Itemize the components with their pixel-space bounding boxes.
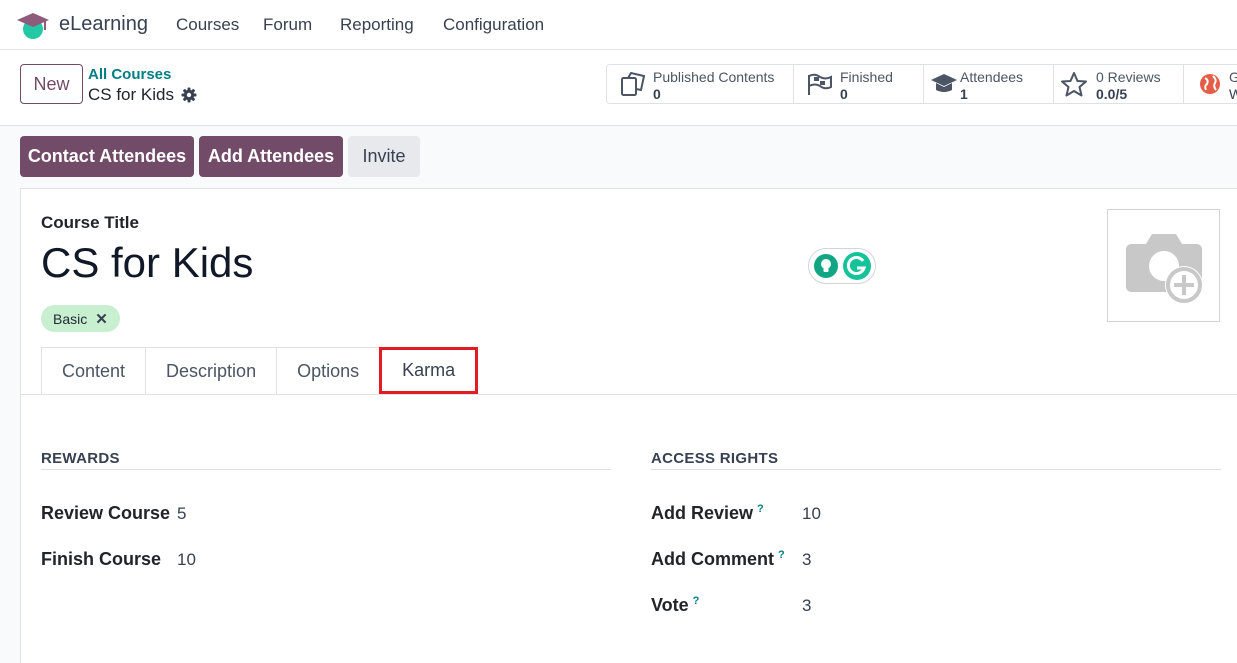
control-panel: New All Courses CS for Kids Published Co…: [0, 51, 1237, 126]
stat-value: 0: [653, 86, 661, 102]
access-rights-heading: ACCESS RIGHTS: [651, 450, 779, 467]
finish-course-label: Finish Course: [41, 549, 162, 569]
help-icon[interactable]: ?: [693, 595, 700, 607]
contact-attendees-button[interactable]: Contact Attendees: [20, 136, 194, 177]
stat-buttons: Published Contents 0 Finished 0 Attendee…: [606, 64, 1237, 104]
review-course-label: Review Course: [41, 503, 171, 523]
vote-label: Vote?: [651, 595, 699, 616]
elearning-app-icon[interactable]: [16, 10, 50, 40]
rewards-divider: [41, 469, 611, 470]
tag-label: Basic: [53, 310, 88, 327]
grammarly-widget[interactable]: [808, 248, 876, 284]
tab-options[interactable]: Options: [276, 347, 381, 394]
camera-plus-icon: [1126, 234, 1203, 304]
lightbulb-icon: [814, 254, 838, 278]
stat-published-contents[interactable]: Published Contents 0: [607, 65, 794, 103]
new-button[interactable]: New: [20, 64, 83, 104]
help-icon[interactable]: ?: [757, 503, 764, 515]
stat-value: 0: [840, 86, 848, 102]
add-comment-label-text: Add Comment: [651, 549, 774, 569]
tab-description[interactable]: Description: [145, 347, 278, 394]
form-sheet: Course Title CS for Kids Basic ✕ Content…: [20, 188, 1237, 663]
app-brand[interactable]: eLearning: [59, 13, 148, 36]
form-tabs: Content Description Options Karma: [41, 347, 479, 394]
add-comment-label: Add Comment?: [651, 549, 785, 570]
invite-button[interactable]: Invite: [348, 136, 420, 177]
course-title-label: Course Title: [41, 213, 139, 232]
top-navbar: eLearning Courses Forum Reporting Config…: [0, 0, 1237, 50]
stat-label: Attendees: [960, 69, 1024, 85]
breadcrumb-current: CS for Kids: [88, 85, 197, 105]
stat-website[interactable]: G W: [1184, 65, 1237, 103]
stat-value: 0.0/5: [1096, 86, 1128, 102]
stat-value: W: [1229, 86, 1237, 102]
add-comment-field[interactable]: 3: [802, 550, 811, 570]
rewards-heading: REWARDS: [41, 450, 120, 467]
finish-course-field[interactable]: 10: [177, 550, 196, 570]
add-review-label-text: Add Review: [651, 503, 754, 523]
course-image-upload[interactable]: [1107, 209, 1220, 322]
breadcrumb-all-courses[interactable]: All Courses: [88, 66, 171, 83]
menu-courses[interactable]: Courses: [176, 15, 239, 35]
grammarly-icon: [843, 252, 871, 280]
stat-reviews[interactable]: 0 Reviews 0.0/5: [1054, 65, 1184, 103]
globe-icon: [1200, 74, 1220, 94]
stat-label: G: [1229, 69, 1237, 85]
flag-icon: [808, 73, 832, 95]
star-icon: [1061, 72, 1087, 97]
course-title-input[interactable]: CS for Kids: [41, 239, 253, 287]
tab-content[interactable]: Content: [41, 347, 147, 394]
tab-karma[interactable]: Karma: [379, 347, 479, 394]
add-attendees-button[interactable]: Add Attendees: [199, 136, 343, 177]
close-icon[interactable]: ✕: [95, 310, 108, 328]
menu-forum[interactable]: Forum: [263, 15, 312, 35]
access-rights-divider: [651, 469, 1221, 470]
add-review-field[interactable]: 10: [802, 504, 821, 524]
menu-configuration[interactable]: Configuration: [443, 15, 544, 35]
stat-label: Finished: [840, 69, 893, 85]
graduation-cap-icon: [931, 74, 957, 92]
documents-icon: [621, 71, 646, 96]
vote-label-text: Vote: [651, 595, 689, 615]
stat-value: 1: [960, 86, 968, 102]
stat-finished[interactable]: Finished 0: [794, 65, 924, 103]
stat-attendees[interactable]: Attendees 1: [924, 65, 1054, 103]
vote-field[interactable]: 3: [802, 596, 811, 616]
tabs-divider: [21, 394, 1237, 395]
gear-icon[interactable]: [181, 87, 197, 103]
menu-reporting[interactable]: Reporting: [340, 15, 414, 35]
help-icon[interactable]: ?: [778, 549, 785, 561]
stat-label: 0 Reviews: [1096, 69, 1161, 85]
breadcrumb-current-label: CS for Kids: [88, 85, 174, 104]
add-review-label: Add Review?: [651, 503, 764, 524]
stat-label: Published Contents: [653, 69, 775, 85]
tag-basic: Basic ✕: [41, 305, 120, 332]
review-course-field[interactable]: 5: [177, 504, 186, 524]
